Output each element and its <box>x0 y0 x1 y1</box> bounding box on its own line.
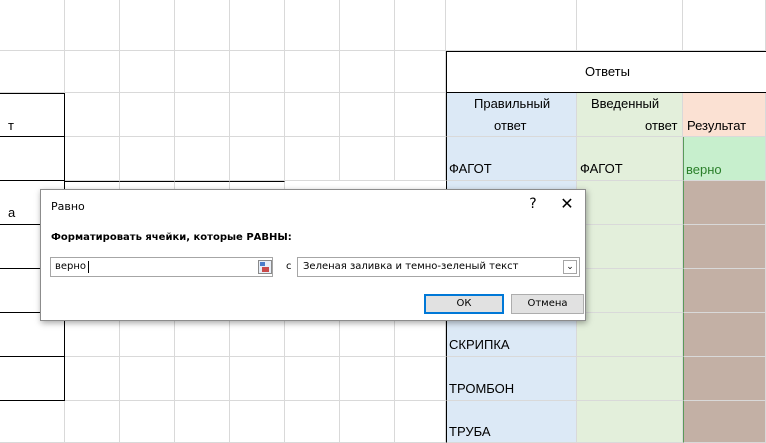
correct-header-line2: ответ <box>494 118 527 133</box>
with-label: с <box>286 261 292 272</box>
result-header: Результат <box>687 118 747 133</box>
cell[interactable] <box>230 137 285 181</box>
entered-answer-cell[interactable] <box>577 269 683 313</box>
cell[interactable] <box>285 51 340 93</box>
cancel-button[interactable]: Отмена <box>511 294 584 314</box>
cell[interactable] <box>395 0 446 51</box>
cell[interactable] <box>285 401 340 443</box>
answers-header: Ответы <box>585 64 630 79</box>
format-select[interactable]: Зеленая заливка и темно-зеленый текст ⌄ <box>297 257 580 277</box>
chevron-down-icon[interactable]: ⌄ <box>563 260 577 274</box>
cell[interactable] <box>0 137 65 181</box>
entered-answer-cell[interactable] <box>577 313 683 357</box>
entered-header-line1: Введенный <box>591 96 660 111</box>
result-cell[interactable] <box>683 313 766 357</box>
cell[interactable] <box>340 137 395 181</box>
result-cell[interactable] <box>683 225 766 269</box>
cell[interactable] <box>65 51 120 93</box>
cell[interactable] <box>395 51 446 93</box>
cell[interactable] <box>395 93 446 137</box>
cell[interactable] <box>120 93 175 137</box>
correct-answer: ТРОМБОН <box>449 381 515 396</box>
cell[interactable] <box>230 401 285 443</box>
correct-header-line1: Правильный <box>474 96 551 111</box>
cell[interactable] <box>285 137 340 181</box>
entered-answer-cell[interactable] <box>577 401 683 443</box>
result-value: верно <box>686 162 722 177</box>
cell[interactable] <box>120 51 175 93</box>
cell[interactable] <box>0 51 65 93</box>
range-select-icon[interactable] <box>258 260 272 274</box>
cell[interactable] <box>175 357 230 401</box>
help-icon[interactable]: ? <box>526 196 540 212</box>
entered-answer-cell[interactable] <box>577 181 683 225</box>
cell[interactable] <box>175 51 230 93</box>
format-select-value: Зеленая заливка и темно-зеленый текст <box>303 261 519 272</box>
cell[interactable] <box>175 0 230 51</box>
cell[interactable] <box>65 93 120 137</box>
cell[interactable] <box>340 51 395 93</box>
result-cell[interactable] <box>683 269 766 313</box>
cell[interactable] <box>120 0 175 51</box>
cell[interactable] <box>120 137 175 181</box>
cell[interactable] <box>340 357 395 401</box>
cell[interactable] <box>175 401 230 443</box>
dialog-label: Форматировать ячейки, которые РАВНЫ: <box>51 232 292 243</box>
correct-answer: ТРУБА <box>449 424 491 439</box>
cell[interactable] <box>65 0 120 51</box>
cell[interactable] <box>175 137 230 181</box>
correct-answer: СКРИПКА <box>449 337 510 352</box>
correct-answer: ФАГОТ <box>449 161 492 176</box>
value-input-text: верно <box>55 261 87 272</box>
cell[interactable] <box>65 401 120 443</box>
cell[interactable] <box>230 0 285 51</box>
result-cell[interactable] <box>683 401 766 443</box>
cell[interactable] <box>340 0 395 51</box>
value-input[interactable]: верно <box>50 257 273 277</box>
cell[interactable] <box>340 93 395 137</box>
cell[interactable] <box>230 51 285 93</box>
cell[interactable] <box>120 357 175 401</box>
cell[interactable] <box>683 0 766 51</box>
cell[interactable] <box>230 93 285 137</box>
close-icon[interactable]: ✕ <box>559 194 575 213</box>
cell[interactable] <box>446 0 577 51</box>
entered-answer-cell[interactable] <box>577 357 683 401</box>
cell[interactable] <box>230 357 285 401</box>
cell[interactable] <box>395 401 446 443</box>
result-cell[interactable] <box>683 181 766 225</box>
entered-answer-cell[interactable] <box>577 225 683 269</box>
cell[interactable] <box>285 0 340 51</box>
cell[interactable] <box>285 357 340 401</box>
cell[interactable] <box>65 357 120 401</box>
cell[interactable] <box>65 137 120 181</box>
cell[interactable] <box>175 93 230 137</box>
result-cell[interactable] <box>683 357 766 401</box>
cell[interactable] <box>285 93 340 137</box>
cell[interactable] <box>120 401 175 443</box>
text-caret <box>88 261 89 273</box>
dialog-title: Равно <box>51 200 85 213</box>
equal-to-dialog: Равно ? ✕ Форматировать ячейки, которые … <box>40 189 586 321</box>
cell[interactable] <box>0 0 65 51</box>
cell[interactable] <box>0 401 65 443</box>
left-cell-text: а <box>8 205 16 220</box>
cell[interactable] <box>340 401 395 443</box>
cell[interactable] <box>395 357 446 401</box>
entered-answer: ФАГОТ <box>580 161 623 176</box>
cell[interactable] <box>395 137 446 181</box>
cell[interactable] <box>0 357 65 401</box>
entered-header-line2: ответ <box>645 118 678 133</box>
left-cell-text: т <box>8 118 14 133</box>
cell[interactable] <box>577 0 683 51</box>
ok-button[interactable]: ОК <box>424 294 504 314</box>
